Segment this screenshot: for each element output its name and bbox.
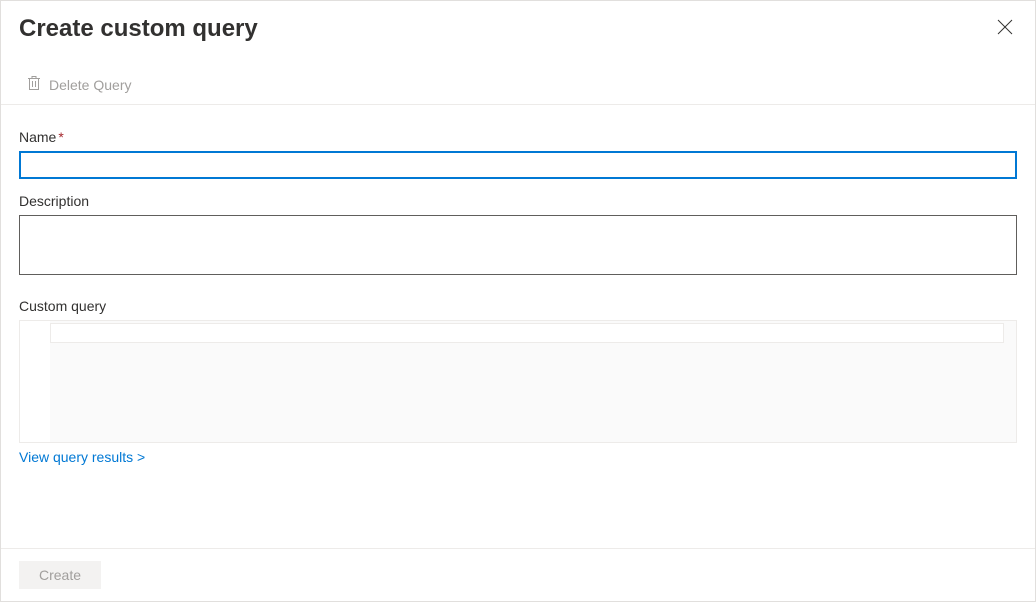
delete-query-button[interactable]: Delete Query [19, 75, 139, 94]
panel-title: Create custom query [19, 15, 258, 43]
editor-gutter [20, 321, 50, 442]
form-body: Name* Description Custom query View quer… [1, 105, 1035, 465]
name-field: Name* [19, 129, 1017, 179]
close-icon [997, 19, 1013, 38]
panel-header: Create custom query [1, 1, 1035, 43]
name-input[interactable] [19, 151, 1017, 179]
panel-footer: Create [1, 548, 1035, 601]
name-label: Name* [19, 129, 1017, 145]
description-label: Description [19, 193, 1017, 209]
description-input[interactable] [19, 215, 1017, 275]
command-bar: Delete Query [1, 67, 1035, 105]
required-asterisk-icon: * [58, 129, 63, 145]
trash-icon [27, 75, 41, 94]
name-label-text: Name [19, 129, 56, 145]
custom-query-label: Custom query [19, 298, 1017, 314]
description-field: Description [19, 193, 1017, 278]
close-button[interactable] [993, 15, 1017, 42]
delete-query-label: Delete Query [49, 77, 131, 93]
view-query-results-link[interactable]: View query results > [19, 449, 145, 465]
custom-query-editor[interactable] [19, 320, 1017, 443]
editor-line [50, 323, 1004, 343]
create-button[interactable]: Create [19, 561, 101, 589]
custom-query-field: Custom query View query results > [19, 298, 1017, 465]
